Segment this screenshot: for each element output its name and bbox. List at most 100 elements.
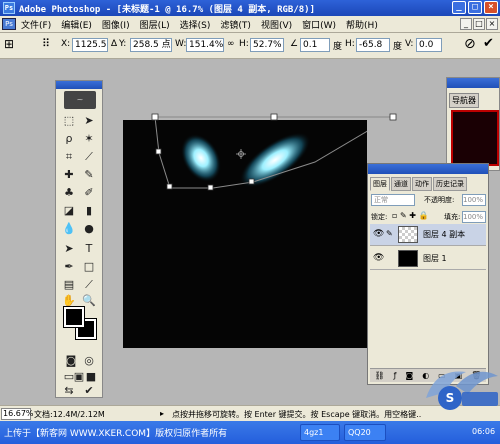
standard-mode-icon[interactable]: ◙ xyxy=(62,353,80,369)
transform-handle[interactable] xyxy=(151,113,159,121)
pen-tool-icon[interactable]: ✒ xyxy=(60,259,78,275)
move-tool-icon[interactable]: ➤ xyxy=(80,113,98,129)
blend-mode-select[interactable]: 正常 xyxy=(371,194,415,206)
layer-thumbnail xyxy=(398,250,418,267)
w-field[interactable]: 151.4% xyxy=(186,38,224,52)
free-transform-icon: ⊞ xyxy=(4,37,15,51)
history-brush-tool-icon[interactable]: ✐ xyxy=(80,185,98,201)
transform-handle[interactable] xyxy=(207,184,214,191)
navigator-thumbnail[interactable] xyxy=(451,110,499,166)
healing-brush-tool-icon[interactable]: ✚ xyxy=(60,167,78,183)
quick-mask-icon[interactable]: ◎ xyxy=(80,353,98,369)
menu-layer[interactable]: 图层(L) xyxy=(135,18,175,31)
marquee-tool-icon[interactable]: ⬚ xyxy=(60,113,78,129)
minimize-button[interactable]: _ xyxy=(452,1,466,14)
zoom-field[interactable]: 16.67% xyxy=(1,408,34,420)
type-tool-icon[interactable]: T xyxy=(80,241,98,257)
status-arrow-icon[interactable]: ▸ xyxy=(160,409,164,418)
taskbar-item-qq[interactable]: QQ20 xyxy=(344,424,386,441)
shape-tool-icon[interactable]: □ xyxy=(80,259,98,275)
link-icon[interactable]: ∞ xyxy=(227,39,235,49)
magic-wand-tool-icon[interactable]: ✶ xyxy=(80,131,98,147)
doc-close-button[interactable]: × xyxy=(486,18,498,30)
transform-handle[interactable] xyxy=(389,113,397,121)
gradient-tool-icon[interactable]: ▮ xyxy=(80,203,98,219)
transform-top-edge[interactable] xyxy=(120,110,400,124)
document-canvas[interactable] xyxy=(123,120,367,348)
menu-window[interactable]: 窗口(W) xyxy=(297,18,341,31)
menu-select[interactable]: 选择(S) xyxy=(175,18,216,31)
transform-handle[interactable] xyxy=(270,113,278,121)
menu-view[interactable]: 视图(V) xyxy=(256,18,297,31)
transform-handle[interactable] xyxy=(248,178,255,185)
layers-panel-header[interactable] xyxy=(368,164,488,174)
feather-logo-icon[interactable]: ~ xyxy=(64,91,96,109)
transform-handle[interactable] xyxy=(155,148,162,155)
taskbar-item-4gz1[interactable]: 4gz1 xyxy=(300,424,340,441)
vskew-field[interactable]: 0.0 xyxy=(416,38,442,52)
dodge-tool-icon[interactable]: ● xyxy=(80,221,98,237)
toolbox-header[interactable] xyxy=(56,81,102,89)
menu-bar: Ps 文件(F) 编辑(E) 图像(I) 图层(L) 选择(S) 滤镜(T) 视… xyxy=(0,16,500,33)
h-field[interactable]: 52.7% xyxy=(250,38,284,52)
brush-link-icon[interactable]: ✎ xyxy=(386,229,393,238)
maximize-button[interactable]: □ xyxy=(468,1,482,14)
hskew-field[interactable]: -65.8 xyxy=(356,38,390,52)
link-layers-icon[interactable]: ⛓ xyxy=(374,371,384,380)
menu-filter[interactable]: 滤镜(T) xyxy=(215,18,256,31)
window-title: Adobe Photoshop - [未标题-1 @ 16.7% (图层 4 副… xyxy=(19,4,315,15)
path-selection-tool-icon[interactable]: ➤ xyxy=(60,241,78,257)
menu-help[interactable]: 帮助(H) xyxy=(341,18,383,31)
menu-image[interactable]: 图像(I) xyxy=(97,18,135,31)
clone-stamp-tool-icon[interactable]: ♣ xyxy=(60,185,78,201)
document-icon[interactable]: Ps xyxy=(2,18,16,30)
tab-actions[interactable]: 动作 xyxy=(412,177,432,191)
doc-restore-button[interactable]: □ xyxy=(473,18,485,30)
tab-history[interactable]: 历史记录 xyxy=(433,177,467,191)
opacity-field[interactable]: 100% xyxy=(462,194,486,206)
cancel-transform-icon[interactable]: ⊘ xyxy=(464,36,476,52)
slice-tool-icon[interactable]: ⟋ xyxy=(80,149,98,165)
menu-edit[interactable]: 编辑(E) xyxy=(56,18,97,31)
eye-icon[interactable]: 👁 xyxy=(373,229,384,239)
blur-tool-icon[interactable]: 💧 xyxy=(60,221,78,237)
eraser-tool-icon[interactable]: ◪ xyxy=(60,203,78,219)
layer-thumbnail xyxy=(398,226,418,243)
fill-field[interactable]: 100% xyxy=(462,211,486,223)
tab-channels[interactable]: 通道 xyxy=(391,177,411,191)
toolbox: ~ ⬚ ➤ ρ ✶ ⌗ ⟋ ✚ ✎ ♣ ✐ ◪ ▮ 💧 ● ➤ T ✒ □ ▤ … xyxy=(55,80,103,398)
tab-layers[interactable]: 图层 xyxy=(370,177,390,191)
commit-transform-icon[interactable]: ✔ xyxy=(483,36,494,51)
brush-tool-icon[interactable]: ✎ xyxy=(80,167,98,183)
jump-to-imageready-icon[interactable]: ⇆ xyxy=(60,383,78,399)
y-field[interactable]: 258.5 点 xyxy=(130,38,172,52)
layer-style-icon[interactable]: ƒ xyxy=(394,371,397,380)
reference-point-icon[interactable]: ⠿ xyxy=(42,37,50,50)
transform-center-point[interactable] xyxy=(236,149,246,159)
notes-tool-icon[interactable]: ▤ xyxy=(60,277,78,293)
layer-mask-icon[interactable]: ◙ xyxy=(405,371,413,380)
layer-name: 图层 4 副本 xyxy=(423,230,466,239)
eyedropper-tool-icon[interactable]: ⟋ xyxy=(80,277,98,293)
menu-file[interactable]: 文件(F) xyxy=(16,18,56,31)
eye-icon[interactable]: 👁 xyxy=(373,253,384,263)
hskew-label: H: xyxy=(345,39,355,49)
layer-row[interactable]: 👁 ✎ 图层 4 副本 xyxy=(370,224,486,246)
vskew-label: V: xyxy=(405,39,414,49)
layer-row[interactable]: 👁 图层 1 xyxy=(370,248,486,270)
x-label: X: xyxy=(61,39,71,49)
navigator-header[interactable] xyxy=(447,78,499,88)
photoshop-logo-icon: Ps xyxy=(3,2,15,14)
x-field[interactable]: 1125.5 xyxy=(72,38,108,52)
lock-icons[interactable]: ▫ ✎ ✚ 🔒 xyxy=(392,211,428,220)
hskew-unit: 度 xyxy=(393,42,403,52)
tab-navigator[interactable]: 导航器 xyxy=(449,93,479,108)
doc-minimize-button[interactable]: _ xyxy=(460,18,472,30)
angle-field[interactable]: 0.1 xyxy=(300,38,330,52)
foreground-color-swatch[interactable] xyxy=(63,306,85,328)
transform-handle[interactable] xyxy=(166,183,173,190)
crop-tool-icon[interactable]: ⌗ xyxy=(60,149,78,165)
lasso-tool-icon[interactable]: ρ xyxy=(60,131,78,147)
close-button[interactable]: × xyxy=(484,1,498,14)
commit-check-icon[interactable]: ✔ xyxy=(80,383,98,399)
